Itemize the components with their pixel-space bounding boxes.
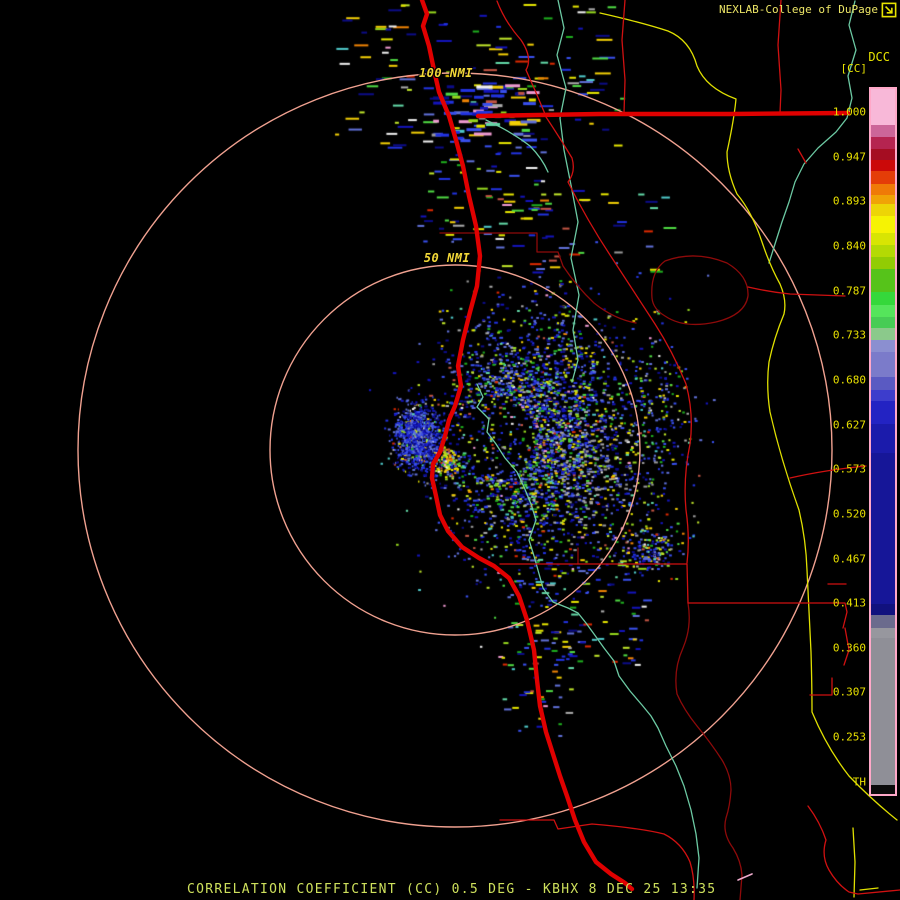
colorbar-segment	[871, 340, 895, 353]
colorbar-segment	[871, 328, 895, 341]
nexlab-logo-icon	[881, 2, 897, 18]
map-path-river	[768, 0, 857, 264]
status-bar-text: CORRELATION COEFFICIENT (CC) 0.5 DEG - K…	[187, 882, 717, 897]
colorbar-segment	[871, 171, 895, 184]
map-path-road-minor	[843, 627, 850, 666]
map-path-river	[485, 119, 549, 173]
colorbar-segment	[871, 637, 895, 785]
map-path-road-major	[419, 0, 635, 892]
map-path-river	[556, 0, 580, 383]
map-path-road-minor	[797, 148, 807, 164]
map-path-river	[476, 383, 700, 889]
colorbar-segment	[871, 137, 895, 150]
product-code-label: DCC	[868, 50, 890, 64]
colorbar-segment	[871, 400, 895, 424]
map-path-dash-pink	[737, 873, 753, 881]
colorbar-segment	[871, 423, 895, 453]
colorbar-segment	[871, 784, 895, 794]
product-field-label: [CC]	[840, 62, 868, 75]
map-path-county	[599, 12, 898, 821]
map-path-road-minor	[499, 563, 848, 629]
colorbar-segment	[871, 215, 895, 233]
colorbar-segment	[871, 149, 895, 161]
map-path-road-minor	[789, 465, 867, 479]
header-title: NEXLAB-College of DuPage	[719, 3, 878, 16]
range-ring-label-100nmi: 100 NMI	[418, 66, 474, 80]
colorbar-segment	[871, 603, 895, 615]
colorbar-segment	[871, 389, 895, 401]
map-path-county	[859, 887, 879, 891]
colorbar-segment	[871, 203, 895, 216]
colorbar-segment	[871, 452, 895, 604]
colorbar-segment	[871, 268, 895, 293]
colorbar-segment	[871, 194, 895, 204]
map-path-boundary-dark	[675, 602, 743, 900]
colorbar-segment	[871, 244, 895, 257]
colorbar-segment	[871, 183, 895, 195]
range-ring	[77, 72, 833, 828]
map-path-boundary-dark	[651, 255, 749, 326]
colorbar-segment	[871, 232, 895, 245]
map-path-road-minor	[545, 116, 692, 564]
colorbar-segment	[871, 352, 895, 377]
colorbar	[869, 87, 897, 796]
colorbar-segment	[871, 317, 895, 329]
map-path-road-minor	[496, 0, 546, 115]
colorbar-segment	[871, 614, 895, 628]
colorbar-segment	[871, 256, 895, 269]
map-path-road-minor	[621, 0, 626, 114]
colorbar-segment	[871, 305, 895, 318]
colorbar-segment	[871, 89, 895, 126]
map-path-road-minor	[809, 677, 833, 696]
colorbar-segment	[871, 376, 895, 390]
map-path-road-minor	[777, 0, 782, 114]
map-path-road-major	[475, 110, 851, 119]
range-ring	[269, 264, 641, 636]
radar-display: NEXLAB-College of DuPage DCC [CC] 1.000 0…	[0, 0, 900, 900]
map-path-county	[852, 827, 856, 898]
colorbar-segment	[871, 160, 895, 172]
colorbar-segment	[871, 125, 895, 138]
map-overlay	[77, 0, 900, 900]
range-ring-label-50nmi: 50 NMI	[423, 251, 471, 265]
colorbar-segment	[871, 627, 895, 638]
colorbar-segment	[871, 292, 895, 306]
